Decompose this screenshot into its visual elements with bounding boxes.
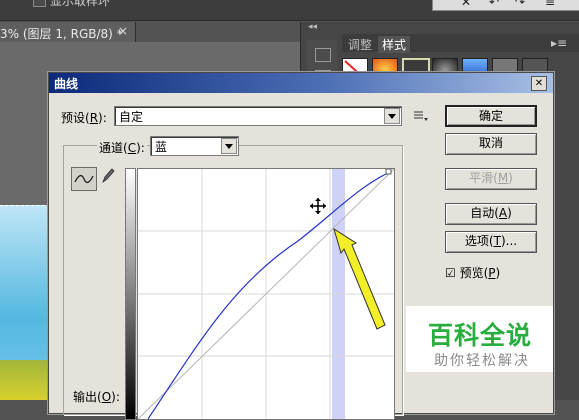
cancel-button[interactable]: 取消 — [445, 133, 537, 155]
dock-collapse-icon[interactable]: ◂◂ — [300, 22, 338, 34]
undo-icon[interactable]: ↶ — [489, 0, 499, 9]
close-doc-icon[interactable]: ✕ — [461, 0, 471, 9]
move-cursor-icon — [310, 198, 326, 214]
channel-select[interactable]: 蓝 — [150, 136, 239, 156]
tab-adjustments[interactable]: 调整 — [344, 36, 376, 53]
watermark-subtitle: 助你轻松解决 — [434, 353, 530, 369]
smooth-button[interactable]: 平滑(M) — [445, 168, 537, 190]
auto-button[interactable]: 自动(A) — [445, 203, 537, 225]
preset-value: 自定 — [119, 110, 144, 124]
tab-styles[interactable]: 样式 — [378, 36, 411, 53]
pencil-tool-icon[interactable] — [100, 167, 116, 185]
chevron-down-icon[interactable] — [384, 108, 400, 124]
sampling-ring-checkbox[interactable] — [33, 0, 46, 7]
options-button[interactable]: 选项(T)... — [445, 231, 537, 253]
curve-endpoint[interactable] — [385, 169, 392, 175]
curve-point-tool-icon[interactable] — [71, 167, 97, 191]
ok-button[interactable]: 确定 — [445, 105, 537, 127]
curve-graph[interactable] — [137, 168, 395, 420]
top-right-toolbar: ✕ ↶ ↷ ≡ — [432, 0, 579, 11]
watermark-title: 百科全说 — [428, 321, 533, 350]
output-label: 输出(O): — [73, 390, 120, 404]
curve-graph-svg[interactable] — [138, 169, 394, 419]
preset-select[interactable]: 自定 — [114, 106, 402, 126]
dialog-titlebar[interactable]: 曲线 ✕ — [49, 73, 553, 93]
sampling-ring-label: 显示取样环 — [50, 0, 111, 8]
history-panel-icon[interactable] — [315, 48, 331, 62]
preset-label: 预设(R): — [61, 111, 107, 125]
redo-icon[interactable]: ↷ — [515, 0, 525, 9]
document-tab-close-icon[interactable]: × — [118, 24, 128, 38]
document-tab-title: 3% (图层 1, RGB/8) * — [0, 27, 123, 41]
output-gradient-bar — [125, 168, 136, 420]
channel-value: 蓝 — [155, 140, 168, 154]
preset-options-icon[interactable] — [414, 110, 428, 122]
checkbox-checked-icon[interactable]: ☑ — [445, 266, 456, 280]
canvas-image-field — [0, 360, 50, 400]
channel-label: 通道(C): — [97, 139, 147, 156]
menu-icon[interactable]: ≡ — [545, 0, 555, 9]
panel-tabs: 调整 样式 ▸≡ — [342, 34, 579, 53]
dialog-title: 曲线 — [54, 77, 79, 91]
close-icon[interactable]: ✕ — [531, 76, 547, 91]
document-tab[interactable]: 3% (图层 1, RGB/8) * × — [0, 22, 136, 42]
watermark-logo: 百科全说 助你轻松解决 — [406, 306, 553, 372]
preview-checkbox[interactable]: ☑ 预览(P) — [445, 264, 500, 281]
panel-menu-icon[interactable]: ▸≡ — [547, 36, 571, 50]
selection-marquee — [0, 205, 50, 366]
chevron-down-icon[interactable] — [221, 138, 237, 154]
